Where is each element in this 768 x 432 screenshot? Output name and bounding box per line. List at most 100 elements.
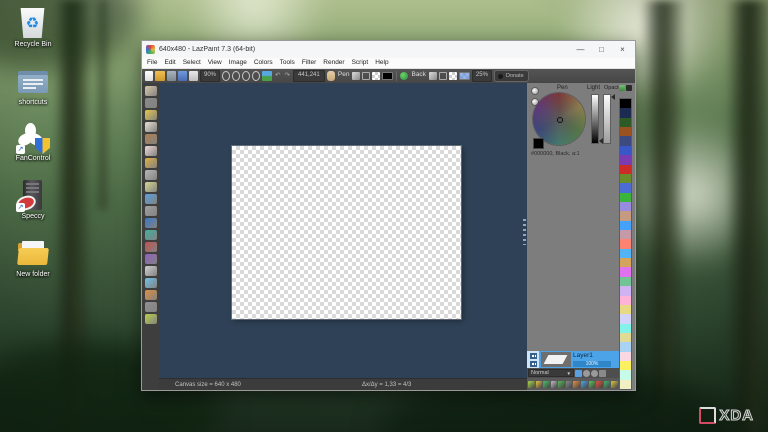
pen-tool-icon[interactable] — [144, 122, 157, 132]
back-color-swatch[interactable] — [458, 72, 470, 80]
magic-wand-tool-icon[interactable] — [144, 290, 157, 300]
copy-icon[interactable] — [189, 71, 198, 81]
duplicate-layer-icon[interactable] — [543, 380, 550, 388]
palette-swatch-25[interactable] — [620, 332, 631, 343]
rasterize-layer-icon[interactable] — [550, 380, 558, 388]
redo-icon[interactable]: ↷ — [283, 71, 290, 81]
zoom-layer-out-icon[interactable] — [591, 369, 598, 377]
palette-swatch-17[interactable] — [620, 258, 631, 268]
menu-colors[interactable]: Colors — [254, 58, 273, 68]
text-tool-icon[interactable] — [144, 182, 157, 192]
zoom-value-box[interactable]: 90% — [200, 70, 220, 82]
pen-solid-icon[interactable] — [362, 72, 371, 80]
save-as-icon[interactable] — [178, 71, 187, 81]
palette-swatch-22[interactable] — [620, 304, 631, 315]
open-file-icon[interactable] — [155, 71, 165, 81]
palette-swatch-21[interactable] — [620, 295, 631, 305]
palette-swatch-8[interactable] — [620, 173, 631, 184]
merge-layer-icon[interactable] — [558, 380, 565, 388]
palette-swatch-24[interactable] — [620, 323, 631, 333]
palette-swatch-1[interactable] — [620, 108, 631, 118]
zoom-fit-icon[interactable] — [222, 71, 230, 81]
layer-offset-icon[interactable] — [565, 380, 573, 388]
palette-swatch-6[interactable] — [620, 155, 631, 165]
brush-tool-icon[interactable] — [144, 134, 157, 144]
image-view-icon[interactable] — [262, 71, 272, 81]
palette-swatch-28[interactable] — [620, 361, 631, 371]
desktop-icon-fancontrol[interactable]: ↗ FanControl — [6, 122, 60, 163]
add-layer-icon[interactable] — [528, 380, 535, 388]
palette-swatch-16[interactable] — [620, 248, 631, 259]
zoom-original-icon[interactable] — [252, 71, 260, 81]
title-bar[interactable]: 640x480 - LazPaint 7.3 (64-bit) — □ × — [142, 41, 635, 58]
palette-swatch-9[interactable] — [620, 183, 631, 193]
maximize-button[interactable]: □ — [593, 43, 610, 56]
current-color-swatch[interactable] — [533, 138, 544, 149]
delete-layer-icon[interactable] — [599, 369, 606, 377]
opacity-slider[interactable] — [603, 94, 611, 144]
ellipse-tool-icon[interactable] — [144, 230, 157, 240]
opacity-slider-marker[interactable] — [611, 94, 615, 100]
curve-tool-icon[interactable] — [144, 254, 157, 264]
texture-tool-icon[interactable] — [144, 206, 157, 216]
minimize-button[interactable]: — — [572, 43, 589, 56]
rect-select-tool-icon[interactable] — [144, 266, 157, 276]
palette-swatch-18[interactable] — [620, 267, 631, 277]
blend-mode-select[interactable]: Normal ▼ — [528, 369, 574, 377]
light-slider-marker[interactable] — [599, 138, 603, 144]
palette-swatch-2[interactable] — [620, 117, 631, 128]
palette-swatch-11[interactable] — [620, 201, 631, 212]
move-tool-icon[interactable] — [144, 98, 157, 108]
layer-list-icon[interactable] — [529, 361, 537, 367]
palette-swatch-5[interactable] — [620, 145, 631, 156]
palette-swatch-19[interactable] — [620, 276, 631, 287]
palette-swatch-0[interactable] — [620, 99, 631, 109]
menu-view[interactable]: View — [208, 58, 222, 68]
swap-colors-icon[interactable] — [400, 72, 409, 80]
move-selection-tool-icon[interactable] — [144, 314, 157, 324]
menu-file[interactable]: File — [147, 58, 157, 68]
rotate-layer-icon[interactable] — [573, 380, 581, 388]
light-slider[interactable] — [591, 94, 599, 144]
canvas-workspace[interactable] — [159, 83, 527, 378]
pen-color-swatch[interactable] — [382, 72, 394, 80]
zoom-layer-fit-icon[interactable] — [575, 369, 582, 377]
palette-swatch-29[interactable] — [620, 370, 631, 380]
palette-swatch-12[interactable] — [620, 211, 631, 221]
palette-swatch-13[interactable] — [620, 220, 631, 231]
palette-swatch-26[interactable] — [620, 342, 631, 352]
back-style-icon[interactable] — [428, 72, 437, 80]
menu-tools[interactable]: Tools — [280, 58, 295, 68]
save-icon[interactable] — [167, 71, 176, 81]
add-image-layer-icon[interactable] — [535, 380, 543, 388]
panel-splitter-handle[interactable] — [523, 218, 526, 245]
menu-help[interactable]: Help — [375, 58, 388, 68]
horizontal-flip-icon[interactable] — [581, 380, 588, 388]
zoom-in-icon[interactable] — [242, 71, 250, 81]
layer-thumbnail[interactable] — [541, 352, 571, 367]
gradient-tool-icon[interactable] — [144, 170, 157, 180]
donate-button[interactable]: Donate — [493, 70, 529, 82]
palette-options-icon[interactable] — [619, 85, 625, 91]
color-picker-tool-icon[interactable] — [144, 110, 157, 120]
desktop-icon-new-folder[interactable]: New folder — [6, 238, 60, 279]
back-opacity-box[interactable]: 25% — [471, 70, 492, 82]
undo-icon[interactable]: ↶ — [274, 71, 281, 81]
layer-row-selected[interactable]: Layer1 100% — [539, 351, 619, 368]
back-texture-icon[interactable] — [448, 72, 457, 80]
zoom-layer-in-icon[interactable] — [583, 369, 590, 377]
palette-swatch-20[interactable] — [620, 286, 631, 296]
move-layer-down-icon[interactable] — [611, 380, 618, 388]
flood-fill-tool-icon[interactable] — [144, 158, 157, 168]
palette-swatch-23[interactable] — [620, 314, 631, 324]
move-layer-up-icon[interactable] — [603, 380, 611, 388]
palette-swatch-3[interactable] — [620, 127, 631, 137]
desktop-icon-recycle-bin[interactable]: ♻ Recycle Bin — [6, 8, 60, 49]
select-pen-tool-icon[interactable] — [144, 302, 157, 312]
layer-opacity-bar[interactable]: 100% — [573, 361, 611, 367]
menu-image[interactable]: Image — [229, 58, 247, 68]
palette-swatch-30[interactable] — [620, 379, 631, 390]
palette-swatch-15[interactable] — [620, 239, 631, 249]
polygon-tool-icon[interactable] — [144, 242, 157, 252]
desktop-icon-speccy[interactable]: ↗ Speccy — [6, 180, 60, 221]
